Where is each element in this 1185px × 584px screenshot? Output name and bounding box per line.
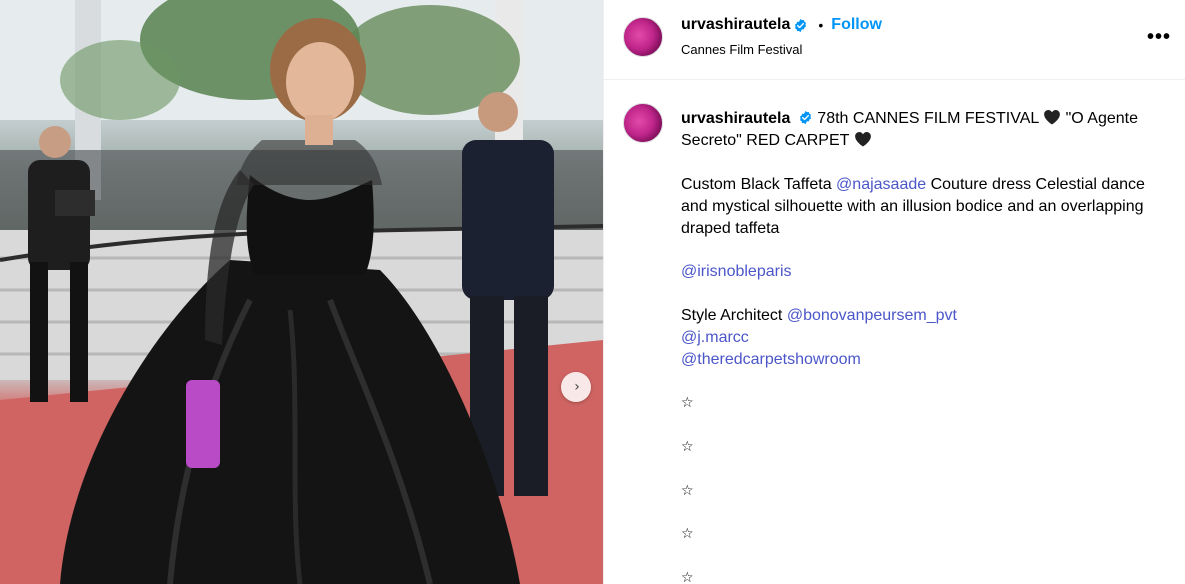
caption-dress-paragraph: Custom Black Taffeta @najasaade Couture … [681, 174, 1176, 240]
caption-iris-paragraph: @irisnobleparis [681, 261, 1176, 283]
black-heart-icon [1044, 110, 1061, 125]
mention-jmarcc[interactable]: @j.marcc [681, 329, 749, 346]
comments-area: urvashirautela 78th CANNES FILM FESTIVAL… [604, 81, 1185, 584]
caption-username[interactable]: urvashirautela [681, 110, 790, 127]
avatar[interactable] [623, 17, 663, 57]
star-glyph: ☆ [681, 482, 694, 499]
post-caption: urvashirautela 78th CANNES FILM FESTIVAL… [681, 108, 1176, 584]
caption-style-line: Style Architect @bonovanpeursem_pvt [681, 305, 1176, 327]
caption-dress-prefix: Custom Black Taffeta [681, 175, 832, 193]
mention-bonovanpeursem[interactable]: @bonovanpeursem_pvt [787, 307, 957, 324]
mention-irisnobleparis[interactable]: @irisnobleparis [681, 263, 792, 280]
caption-first-paragraph: urvashirautela 78th CANNES FILM FESTIVAL… [681, 108, 1176, 152]
style-architect-label: Style Architect [681, 306, 783, 324]
caption-redcarpet-line: @theredcarpetshowroom [681, 349, 1176, 371]
star-glyph: ☆ [681, 526, 694, 543]
star-glyph: ☆ [681, 569, 694, 584]
post-photo[interactable]: › [0, 0, 603, 584]
location-link[interactable]: Cannes Film Festival [681, 42, 802, 57]
post-header: urvashirautela • Follow Cannes Film Fest… [604, 0, 1185, 80]
star-glyph: ☆ [681, 438, 694, 455]
more-options-icon[interactable]: ••• [1147, 26, 1171, 49]
star-glyph: ☆ [681, 395, 694, 412]
caption-jmarcc-line: @j.marcc [681, 327, 1176, 349]
carousel-next-button[interactable]: › [561, 372, 591, 402]
author-username[interactable]: urvashirautela [681, 16, 790, 34]
mention-theredcarpetshowroom[interactable]: @theredcarpetshowroom [681, 351, 861, 368]
chevron-right-icon: › [574, 379, 580, 395]
follow-button[interactable]: Follow [831, 16, 882, 34]
separator-dot: • [818, 17, 824, 33]
caption-avatar[interactable] [623, 103, 663, 143]
verified-badge-icon [795, 18, 807, 32]
header-name-line: urvashirautela • Follow [681, 16, 882, 34]
post-side-panel: urvashirautela • Follow Cannes Film Fest… [603, 0, 1185, 584]
black-heart-icon [854, 132, 871, 147]
verified-badge-icon [799, 110, 811, 125]
caption-title-text: 78th CANNES FILM FESTIVAL [817, 110, 1039, 127]
mention-najasaade[interactable]: @najasaade [836, 176, 926, 193]
post-image [0, 0, 603, 584]
